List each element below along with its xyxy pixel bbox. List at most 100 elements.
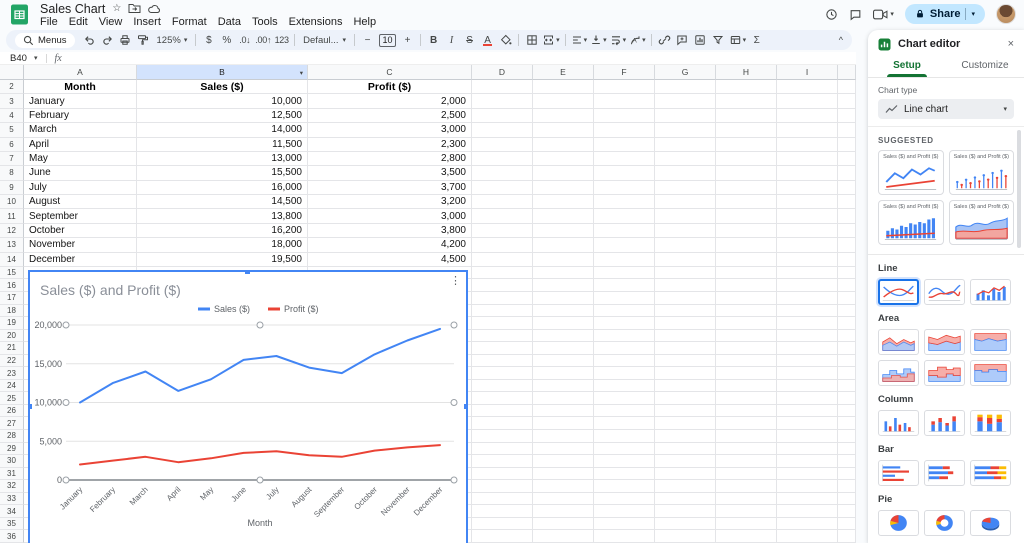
cell-F36[interactable] (594, 530, 655, 543)
cell-C4[interactable]: 2,500 (308, 108, 472, 124)
cell-E20[interactable] (533, 329, 594, 343)
cell-F17[interactable] (594, 291, 655, 305)
undo-button[interactable] (81, 32, 98, 48)
cell-I31[interactable] (777, 467, 838, 481)
cell-G33[interactable] (655, 492, 716, 506)
column-header-B[interactable]: B ▾ (137, 65, 308, 80)
column-header-C[interactable]: C (308, 65, 472, 80)
cell-D2[interactable] (472, 80, 533, 95)
cell-D10[interactable] (472, 195, 533, 210)
row-header-16[interactable]: 16 (0, 279, 24, 292)
cell-H14[interactable] (716, 252, 777, 267)
cell-H24[interactable] (716, 379, 777, 393)
cell-G11[interactable] (655, 209, 716, 224)
cell-G3[interactable] (655, 94, 716, 109)
column-header-E[interactable]: E (533, 65, 594, 80)
cell-H9[interactable] (716, 180, 777, 195)
cell-E33[interactable] (533, 492, 594, 506)
cell-E11[interactable] (533, 209, 594, 224)
cell-B10[interactable]: 14,500 (137, 195, 308, 210)
cell-I13[interactable] (777, 238, 838, 253)
vertical-align-button[interactable]: ▾ (589, 32, 608, 48)
cell-A12[interactable]: October (24, 223, 137, 239)
cell-I17[interactable] (777, 291, 838, 305)
menu-edit[interactable]: Edit (69, 16, 88, 29)
cell-G15[interactable] (655, 266, 716, 280)
cell-G16[interactable] (655, 279, 716, 292)
cell-E19[interactable] (533, 317, 594, 330)
row-header-33[interactable]: 33 (0, 492, 24, 506)
cell-E7[interactable] (533, 151, 594, 167)
chart-resize-handle-right[interactable] (463, 403, 466, 410)
cell-G14[interactable] (655, 252, 716, 267)
cell-F22[interactable] (594, 354, 655, 368)
cell-D35[interactable] (472, 517, 533, 531)
cell-E9[interactable] (533, 180, 594, 195)
cell-I22[interactable] (777, 354, 838, 368)
cell-C14[interactable]: 4,500 (308, 252, 472, 267)
column-header-G[interactable]: G (655, 65, 716, 80)
suggested-chart-card[interactable]: Sales ($) and Profit ($) (948, 150, 1014, 195)
cell-H26[interactable] (716, 404, 777, 418)
cell-G32[interactable] (655, 480, 716, 493)
cell-H23[interactable] (716, 367, 777, 380)
cell-F23[interactable] (594, 367, 655, 380)
cell-F33[interactable] (594, 492, 655, 506)
cell-D5[interactable] (472, 123, 533, 138)
cell-D34[interactable] (472, 505, 533, 518)
area-step-stacked-thumbnail[interactable] (924, 360, 965, 386)
cell-E6[interactable] (533, 137, 594, 152)
cell-I20[interactable] (777, 329, 838, 343)
col-basic-thumbnail[interactable] (878, 410, 919, 436)
embedded-chart[interactable]: ⋮ Sales ($) and Profit ($) Sales ($) Profi… (28, 270, 468, 543)
row-header-18[interactable]: 18 (0, 304, 24, 318)
cell-D36[interactable] (472, 530, 533, 543)
horizontal-align-button[interactable]: ▾ (570, 32, 589, 48)
cell-E23[interactable] (533, 367, 594, 380)
cell-C6[interactable]: 2,300 (308, 137, 472, 152)
cell-D9[interactable] (472, 180, 533, 195)
cell-B9[interactable]: 16,000 (137, 180, 308, 195)
cell-H3[interactable] (716, 94, 777, 109)
cell-D16[interactable] (472, 279, 533, 292)
cell-D24[interactable] (472, 379, 533, 393)
cell-F32[interactable] (594, 480, 655, 493)
cell-D13[interactable] (472, 238, 533, 253)
cell-I28[interactable] (777, 429, 838, 443)
row-header-9[interactable]: 9 (0, 180, 24, 195)
cell-F11[interactable] (594, 209, 655, 224)
line-smooth-thumbnail[interactable] (924, 279, 965, 305)
row-header-27[interactable]: 27 (0, 417, 24, 430)
cell-D12[interactable] (472, 223, 533, 239)
cell-H20[interactable] (716, 329, 777, 343)
strikethrough-button[interactable]: S (461, 32, 478, 48)
row-header-4[interactable]: 4 (0, 108, 24, 124)
cell-G4[interactable] (655, 108, 716, 124)
row-header-28[interactable]: 28 (0, 429, 24, 443)
pie-basic-thumbnail[interactable] (878, 510, 919, 536)
cell-F31[interactable] (594, 467, 655, 481)
cell-I3[interactable] (777, 94, 838, 109)
area-100-thumbnail[interactable] (970, 329, 1011, 355)
cell-F16[interactable] (594, 279, 655, 292)
row-header-3[interactable]: 3 (0, 94, 24, 109)
menu-help[interactable]: Help (353, 16, 376, 29)
row-header-32[interactable]: 32 (0, 480, 24, 493)
cell-C13[interactable]: 4,200 (308, 238, 472, 253)
cell-B4[interactable]: 12,500 (137, 108, 308, 124)
cell-D6[interactable] (472, 137, 533, 152)
area-step-thumbnail[interactable] (878, 360, 919, 386)
chart-resize-handle-left[interactable] (30, 403, 33, 410)
cell-F15[interactable] (594, 266, 655, 280)
row-header-20[interactable]: 20 (0, 329, 24, 343)
cell-F35[interactable] (594, 517, 655, 531)
row-header-12[interactable]: 12 (0, 223, 24, 239)
cell-F19[interactable] (594, 317, 655, 330)
cell-H13[interactable] (716, 238, 777, 253)
cell-G7[interactable] (655, 151, 716, 167)
cell-H8[interactable] (716, 166, 777, 181)
cell-F5[interactable] (594, 123, 655, 138)
move-folder-icon[interactable] (128, 3, 141, 14)
cell-I21[interactable] (777, 342, 838, 355)
cell-I6[interactable] (777, 137, 838, 152)
